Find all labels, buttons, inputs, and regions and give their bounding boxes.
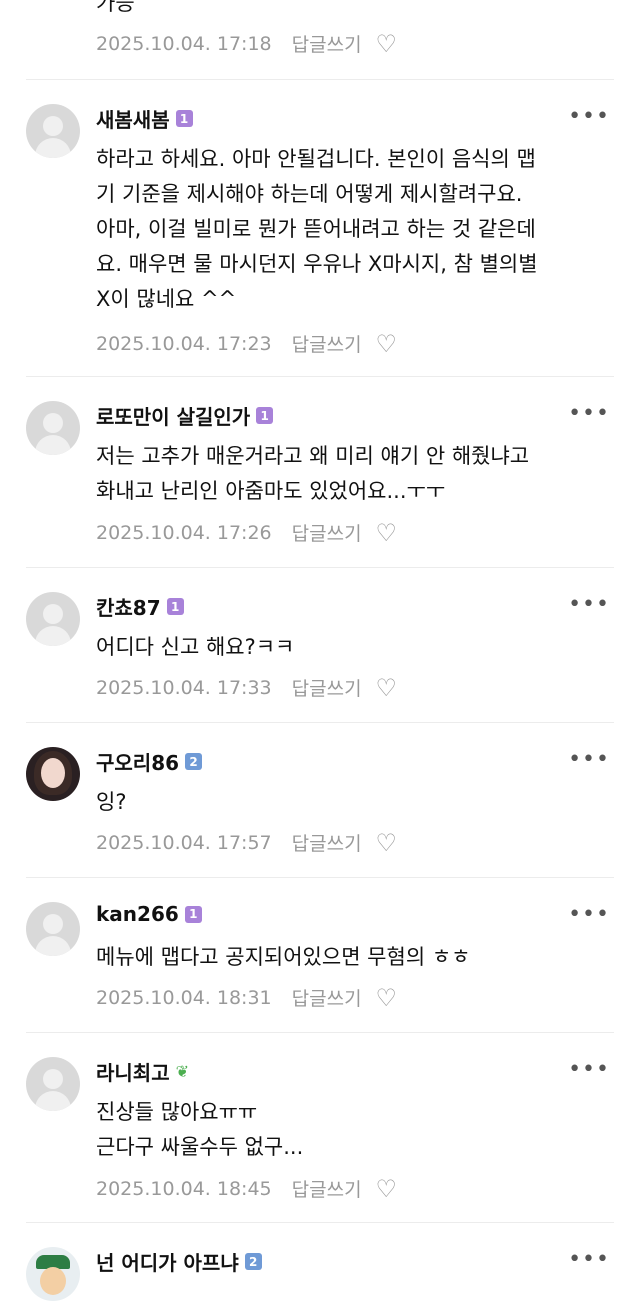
comment-line: 기 기준을 제시해야 하는데 어떻게 제시할려구요. — [96, 182, 523, 206]
heart-icon[interactable]: ♡ — [376, 521, 398, 545]
sprout-icon: ❦ — [175, 1062, 190, 1081]
nickname[interactable]: 구오리86 — [96, 747, 179, 776]
comment-timestamp: 2025.10.04. 17:18 — [96, 32, 272, 55]
avatar[interactable] — [26, 747, 80, 801]
level-badge: 1 — [175, 110, 193, 127]
more-dots-icon[interactable]: ••• — [568, 747, 610, 772]
level-badge: 1 — [256, 407, 274, 424]
level-badge: 2 — [244, 1253, 262, 1270]
heart-icon[interactable]: ♡ — [376, 986, 398, 1010]
comment-timestamp: 2025.10.04. 18:45 — [96, 1177, 272, 1200]
comment-author[interactable]: kan266 1 — [96, 902, 202, 926]
divider — [26, 567, 614, 568]
comment-meta: 2025.10.04. 17:33 답글쓰기 ♡ — [96, 674, 397, 701]
comment-meta: 2025.10.04. 17:23 답글쓰기 ♡ — [96, 330, 397, 357]
divider — [26, 376, 614, 377]
comment-text: 가능 — [96, 0, 135, 15]
comment-line: 진상들 많아요ㅠㅠ — [96, 1100, 258, 1124]
more-dots-icon[interactable]: ••• — [568, 104, 610, 129]
nickname[interactable]: 새봄새봄 — [96, 104, 170, 133]
nickname[interactable]: 로또만이 살길인가 — [96, 401, 250, 430]
divider — [26, 877, 614, 878]
reply-button[interactable]: 답글쓰기 — [292, 674, 362, 701]
heart-icon[interactable]: ♡ — [376, 676, 398, 700]
comment-author[interactable]: 라니최고 ❦ — [96, 1057, 189, 1086]
more-dots-icon[interactable]: ••• — [568, 902, 610, 927]
more-dots-icon[interactable]: ••• — [568, 401, 610, 426]
more-dots-icon[interactable]: ••• — [568, 1247, 610, 1272]
comment-timestamp: 2025.10.04. 18:31 — [96, 986, 272, 1009]
avatar[interactable] — [26, 592, 80, 646]
level-badge: 1 — [166, 598, 184, 615]
comment-author[interactable]: 구오리86 2 — [96, 747, 203, 776]
nickname[interactable]: 넌 어디가 아프냐 — [96, 1247, 239, 1276]
level-badge: 2 — [185, 753, 203, 770]
comment-meta: 2025.10.04. 18:31 답글쓰기 ♡ — [96, 984, 397, 1011]
more-dots-icon[interactable]: ••• — [568, 1057, 610, 1082]
comment-text: 저는 고추가 매운거라고 왜 미리 얘기 안 해줬냐고 화내고 난리인 아줌마도… — [96, 439, 616, 509]
nickname[interactable]: kan266 — [96, 902, 179, 926]
reply-button[interactable]: 답글쓰기 — [292, 1175, 362, 1202]
reply-button[interactable]: 답글쓰기 — [292, 30, 362, 57]
divider — [26, 1222, 614, 1223]
comment-line: 잉? — [96, 790, 127, 814]
reply-button[interactable]: 답글쓰기 — [292, 330, 362, 357]
divider — [26, 722, 614, 723]
comment-text: 메뉴에 맵다고 공지되어있으면 무혐의 ㅎㅎ — [96, 940, 616, 975]
comment-author[interactable]: 넌 어디가 아프냐 2 — [96, 1247, 262, 1276]
comment-author[interactable]: 칸쵸87 1 — [96, 592, 184, 621]
comment-meta: 2025.10.04. 18:45 답글쓰기 ♡ — [96, 1175, 397, 1202]
comment-line: X이 많네요 ^^ — [96, 287, 237, 311]
reply-button[interactable]: 답글쓰기 — [292, 829, 362, 856]
comment-text: 진상들 많아요ㅠㅠ 근다구 싸울수두 없구... — [96, 1095, 616, 1165]
comment-meta: 2025.10.04. 17:57 답글쓰기 ♡ — [96, 829, 397, 856]
comment-timestamp: 2025.10.04. 17:57 — [96, 831, 272, 854]
comment-line: 메뉴에 맵다고 공지되어있으면 무혐의 ㅎㅎ — [96, 945, 471, 969]
avatar[interactable] — [26, 902, 80, 956]
more-dots-icon[interactable]: ••• — [568, 592, 610, 617]
comment-line: 어디다 신고 해요?ㅋㅋ — [96, 635, 295, 659]
avatar[interactable] — [26, 1057, 80, 1111]
avatar[interactable] — [26, 104, 80, 158]
avatar[interactable] — [26, 401, 80, 455]
heart-icon[interactable]: ♡ — [376, 332, 398, 356]
level-badge: 1 — [184, 905, 202, 923]
divider — [26, 1032, 614, 1033]
nickname[interactable]: 라니최고 — [96, 1057, 170, 1086]
comment-timestamp: 2025.10.04. 17:23 — [96, 332, 272, 355]
nickname[interactable]: 칸쵸87 — [96, 592, 161, 621]
heart-icon[interactable]: ♡ — [376, 1177, 398, 1201]
comment-text: 하라고 하세요. 아마 안될겁니다. 본인이 음식의 맵 기 기준을 제시해야 … — [96, 142, 616, 317]
reply-button[interactable]: 답글쓰기 — [292, 519, 362, 546]
avatar[interactable] — [26, 1247, 80, 1301]
comment-timestamp: 2025.10.04. 17:33 — [96, 676, 272, 699]
comment-text: 잉? — [96, 785, 616, 820]
comment-meta: 2025.10.04. 17:18 답글쓰기 ♡ — [96, 30, 397, 57]
comment-timestamp: 2025.10.04. 17:26 — [96, 521, 272, 544]
comment-line: 하라고 하세요. 아마 안될겁니다. 본인이 음식의 맵 — [96, 147, 536, 171]
reply-button[interactable]: 답글쓰기 — [292, 984, 362, 1011]
comment-line: 저는 고추가 매운거라고 왜 미리 얘기 안 해줬냐고 — [96, 444, 530, 468]
comment-line: 화내고 난리인 아줌마도 있었어요...ㅜㅜ — [96, 479, 446, 503]
comment-meta: 2025.10.04. 17:26 답글쓰기 ♡ — [96, 519, 397, 546]
comment-author[interactable]: 새봄새봄 1 — [96, 104, 193, 133]
heart-icon[interactable]: ♡ — [376, 831, 398, 855]
comment-author[interactable]: 로또만이 살길인가 1 — [96, 401, 274, 430]
comment-text: 어디다 신고 해요?ㅋㅋ — [96, 630, 616, 665]
comment-line: 아마, 이걸 빌미로 뭔가 뜯어내려고 하는 것 같은데 — [96, 217, 536, 241]
comment-line: 근다구 싸울수두 없구... — [96, 1135, 304, 1159]
comment-line: 요. 매우면 물 마시던지 우유나 X마시지, 참 별의별 — [96, 252, 538, 276]
heart-icon[interactable]: ♡ — [376, 32, 398, 56]
divider — [26, 79, 614, 80]
